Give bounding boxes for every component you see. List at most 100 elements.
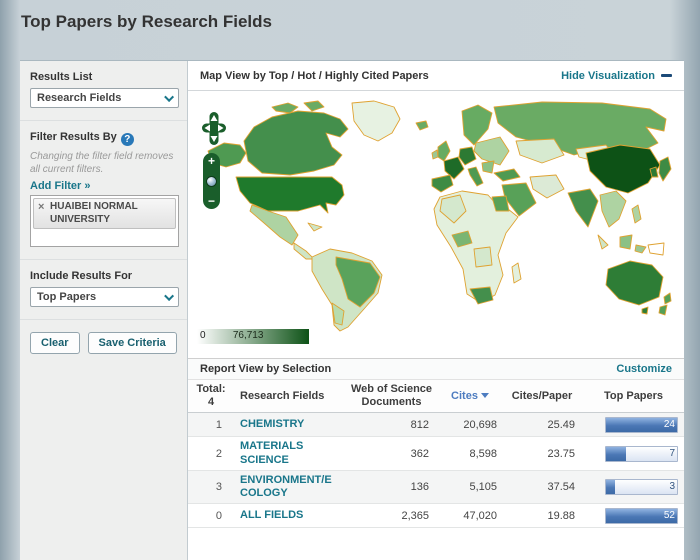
field-link[interactable]: MATERIALS SCIENCE [240, 440, 338, 466]
main-panel: Map View by Top / Hot / Highly Cited Pap… [188, 61, 684, 560]
filter-tag[interactable]: × HUAIBEI NORMAL UNIVERSITY [33, 198, 176, 229]
map-region-australia[interactable] [606, 261, 663, 305]
documents-cell: 812 [344, 419, 439, 431]
map-region-iran[interactable] [530, 175, 564, 198]
legend-max: 76,713 [233, 330, 264, 341]
filter-list-box[interactable]: × HUAIBEI NORMAL UNIVERSITY [30, 195, 179, 247]
map-pan-control[interactable] [201, 111, 227, 147]
include-results-value: Top Papers [37, 291, 96, 303]
map-region-iceland[interactable] [416, 121, 428, 130]
results-list-select[interactable]: Research Fields [30, 88, 179, 108]
map-region-new-guinea[interactable] [648, 243, 664, 255]
map-region-greenland[interactable] [352, 101, 400, 141]
map-region-ireland[interactable] [432, 150, 438, 159]
hide-visualization-link[interactable]: Hide Visualization [561, 70, 655, 82]
map-region-germany[interactable] [459, 147, 476, 165]
cites-per-paper-cell: 19.88 [501, 510, 583, 522]
table-row: 2 MATERIALS SCIENCE 362 8,598 23.75 7 [188, 437, 684, 470]
cites-per-paper-cell: 23.75 [501, 448, 583, 460]
help-icon[interactable]: ? [121, 133, 134, 146]
top-papers-value: 7 [669, 448, 675, 459]
map-region-new-zealand[interactable] [659, 305, 667, 315]
documents-cell: 362 [344, 448, 439, 460]
map-view-title: Map View by Top / Hot / Highly Cited Pap… [200, 70, 429, 82]
map-region-scandinavia[interactable] [462, 105, 492, 145]
documents-cell: 2,365 [344, 510, 439, 522]
map-region-caribbean[interactable] [308, 223, 322, 231]
field-link[interactable]: ENVIRONMENT/ECOLOGY [240, 474, 338, 500]
sort-desc-icon [481, 393, 489, 398]
filter-by-label: Filter Results By? [30, 131, 179, 146]
map-region-sumatra[interactable] [598, 235, 608, 249]
map-region-india[interactable] [568, 189, 598, 227]
remove-tag-icon[interactable]: × [38, 201, 44, 215]
top-papers-cell: 52 [583, 508, 684, 524]
map-region-east-europe[interactable] [474, 137, 509, 165]
hide-visualization[interactable]: Hide Visualization [561, 70, 672, 82]
table-row: 1 CHEMISTRY 812 20,698 25.49 24 [188, 413, 684, 437]
table-row: 3 ENVIRONMENT/ECOLOGY 136 5,105 37.54 3 [188, 471, 684, 504]
column-header-top-papers[interactable]: Top Papers [583, 387, 684, 406]
map-region-italy[interactable] [468, 167, 483, 186]
map-zoom-control[interactable]: + − [203, 153, 220, 209]
top-papers-bar: 24 [605, 417, 678, 433]
map-region-madagascar[interactable] [512, 263, 521, 283]
filter-note: Changing the filter field removes all cu… [30, 151, 179, 176]
map-region-china[interactable] [586, 145, 660, 193]
map-region-central-america[interactable] [294, 243, 314, 259]
map-panel-header: Map View by Top / Hot / Highly Cited Pap… [188, 61, 684, 91]
field-link[interactable]: ALL FIELDS [240, 509, 303, 522]
results-list-label: Results List [30, 71, 179, 83]
save-criteria-button[interactable]: Save Criteria [88, 332, 177, 354]
cites-per-paper-cell: 37.54 [501, 481, 583, 493]
documents-cell: 136 [344, 481, 439, 493]
top-papers-cell: 3 [583, 479, 684, 495]
map-region-uk[interactable] [438, 141, 450, 161]
map-legend: 0 76,713 [197, 329, 309, 344]
map-region-indonesia[interactable] [635, 245, 646, 253]
top-papers-bar: 7 [605, 446, 678, 462]
map-region-borneo[interactable] [620, 235, 632, 249]
choropleth-map [202, 99, 672, 336]
cites-cell: 47,020 [439, 510, 501, 522]
cites-cell: 20,698 [439, 419, 501, 431]
map-region-spain[interactable] [432, 175, 453, 192]
column-header-cites-per-paper[interactable]: Cites/Paper [501, 387, 583, 406]
customize-link[interactable]: Customize [616, 363, 672, 375]
map-region-tasmania[interactable] [642, 307, 648, 314]
rank-cell: 3 [188, 481, 234, 493]
map-region-canada-islands[interactable] [304, 101, 324, 111]
map-region-south-africa[interactable] [470, 287, 493, 304]
top-papers-cell: 7 [583, 446, 684, 462]
include-results-section: Include Results For Top Papers [20, 260, 187, 320]
map-region-canada[interactable] [244, 111, 348, 175]
column-header-documents[interactable]: Web of Science Documents [344, 380, 439, 412]
include-results-select[interactable]: Top Papers [30, 287, 179, 307]
table-row: 0 ALL FIELDS 2,365 47,020 19.88 52 [188, 504, 684, 528]
top-papers-cell: 24 [583, 417, 684, 433]
chevron-down-icon [164, 92, 174, 102]
chevron-down-icon [164, 291, 174, 301]
map-region-balkans[interactable] [482, 161, 494, 173]
table-header-row: Total: 4 Research Fields Web of Science … [188, 380, 684, 413]
results-list-value: Research Fields [37, 92, 121, 104]
include-results-label: Include Results For [30, 270, 179, 282]
clear-button[interactable]: Clear [30, 332, 80, 354]
legend-min: 0 [200, 330, 206, 341]
map-region-japan[interactable] [659, 157, 671, 181]
map-region-congo[interactable] [474, 247, 492, 267]
add-filter-link[interactable]: Add Filter » [30, 180, 91, 192]
map-region-new-zealand[interactable] [664, 293, 671, 304]
column-header-cites[interactable]: Cites [439, 387, 501, 406]
cites-cell: 8,598 [439, 448, 501, 460]
rank-cell: 1 [188, 419, 234, 431]
map-region-turkey[interactable] [494, 169, 520, 181]
map-region-philippines[interactable] [632, 205, 641, 223]
field-link[interactable]: CHEMISTRY [240, 418, 304, 431]
column-header-research-fields[interactable]: Research Fields [234, 387, 344, 406]
globe-icon[interactable] [206, 176, 217, 187]
zoom-out-button[interactable]: − [208, 196, 215, 206]
cites-per-paper-cell: 25.49 [501, 419, 583, 431]
map-region-se-asia[interactable] [600, 191, 626, 227]
zoom-in-button[interactable]: + [208, 156, 215, 166]
